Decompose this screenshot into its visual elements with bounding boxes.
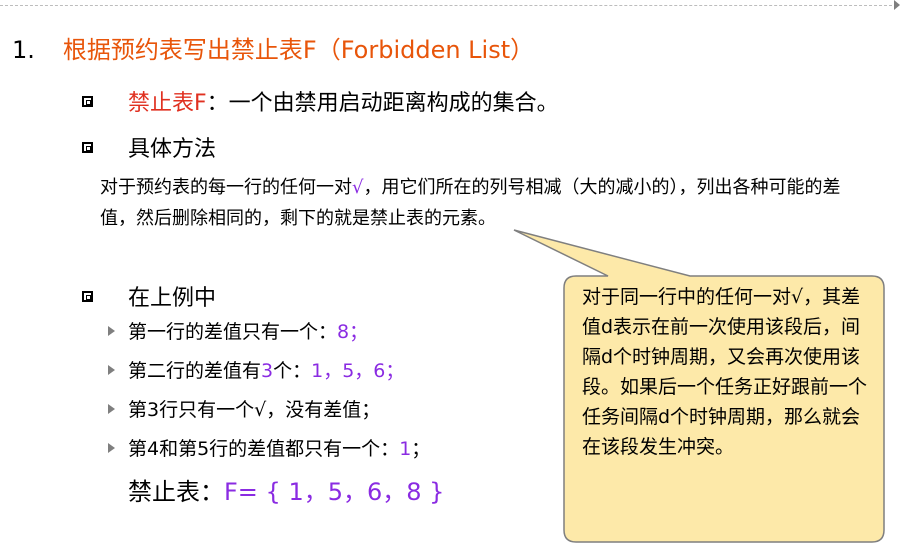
callout-text: 对于同一行中的任何一对√，其差值d表示在前一次使用该段后，间隔d个时钟周期，又会…: [582, 286, 868, 458]
callout-bubble: [513, 229, 885, 543]
